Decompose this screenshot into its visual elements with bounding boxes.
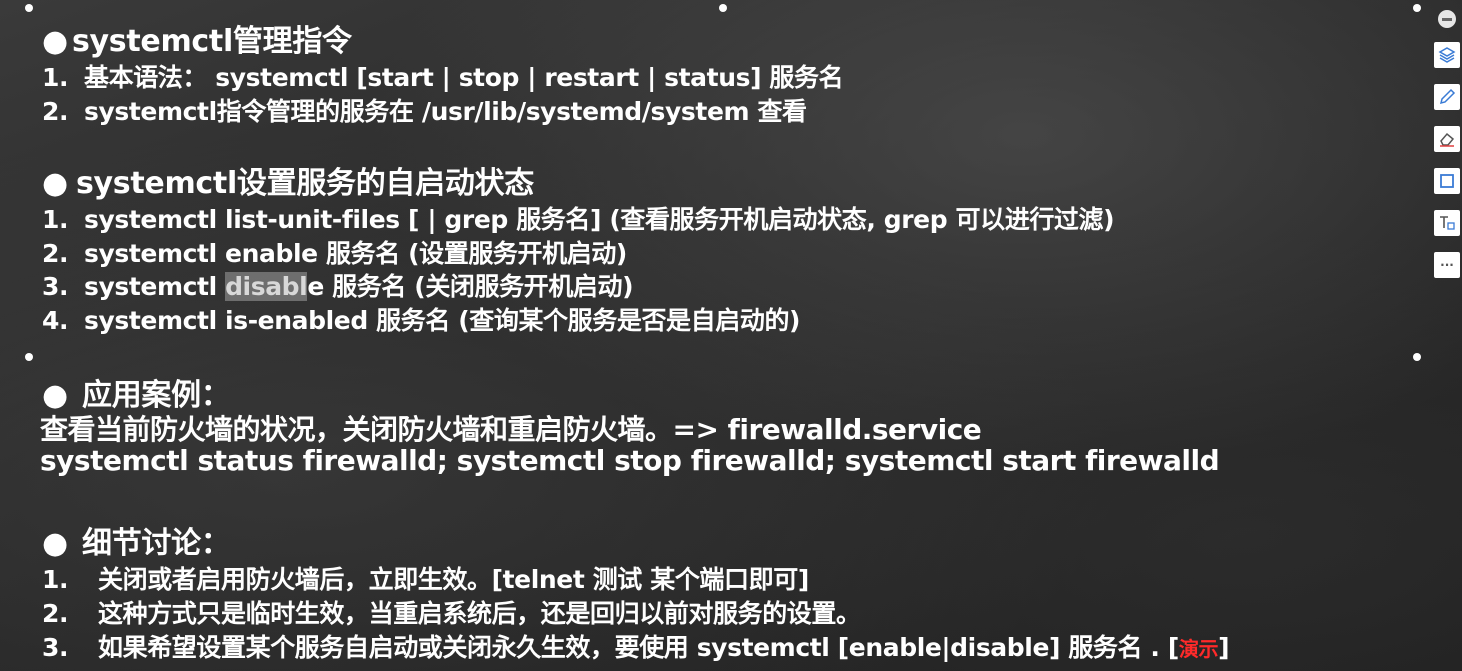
shape-tool-button[interactable]: [1434, 168, 1460, 194]
selection-handle-middle-right[interactable]: [1413, 353, 1421, 361]
more-icon: ···: [1440, 258, 1454, 272]
pen-icon: [1439, 88, 1456, 105]
list-item: 2. systemctl enable 服务名 (设置服务开机启动): [42, 234, 627, 270]
item-text-pre: systemctl: [84, 272, 226, 301]
heading-text: 细节讨论：: [82, 526, 231, 561]
use-case-description: 查看当前防火墙的状况，关闭防火墙和重启防火墙。=> firewalld.serv…: [40, 413, 982, 446]
item-text: 这种方式只是临时生效，当重启系统后，还是回归以前对服务的设置。: [98, 599, 861, 628]
item-close-bracket: ]: [1218, 633, 1230, 662]
selection-handle-top-right[interactable]: [1413, 4, 1421, 12]
item-number: 3.: [42, 633, 69, 662]
list-item: 1. 关闭或者启用防火墙后，立即生效。[telnet 测试 某个端口即可]: [42, 560, 809, 596]
item-text: systemctl list-unit-files [ | grep 服务名] …: [84, 205, 1115, 234]
annotation-toolbar: ···: [1432, 0, 1462, 671]
item-number: 1.: [42, 565, 69, 594]
item-number: 3.: [42, 272, 69, 301]
layers-icon: [1438, 47, 1456, 63]
list-item: 2. systemctl指令管理的服务在 /usr/lib/systemd/sys…: [42, 92, 807, 128]
text-tool-button[interactable]: [1434, 210, 1460, 236]
collapse-toolbar-icon[interactable]: [1438, 10, 1456, 28]
item-text: 关闭或者启用防火墙后，立即生效。[telnet 测试 某个端口即可]: [98, 565, 809, 594]
bullet: ●: [42, 166, 68, 201]
item-number: 1.: [42, 205, 69, 234]
slide: ● systemctl管理指令 1. 基本语法： systemctl [start …: [0, 0, 1425, 671]
eraser-tool-button[interactable]: [1434, 126, 1460, 152]
list-item: 2. 这种方式只是临时生效，当重启系统后，还是回归以前对服务的设置。: [42, 594, 861, 630]
selection-handle-top-left[interactable]: [25, 4, 33, 12]
selection-handle-middle-left[interactable]: [25, 353, 33, 361]
heading-text: systemctl设置服务的自启动状态: [76, 166, 534, 201]
list-item: 4. systemctl is-enabled 服务名 (查询某个服务是否是自启动…: [42, 301, 800, 337]
list-item: 3. 如果希望设置某个服务自启动或关闭永久生效，要使用 systemctl [en…: [42, 628, 1229, 664]
list-item: 3. systemctl disable 服务名 (关闭服务开机启动): [42, 267, 634, 303]
item-number: 2.: [42, 97, 69, 126]
item-number: 4.: [42, 306, 69, 335]
section-heading-autostart-status: ● systemctl设置服务的自启动状态: [42, 158, 534, 202]
bullet: ●: [42, 24, 68, 59]
eraser-icon: [1440, 132, 1455, 147]
list-item: 1. 基本语法： systemctl [start | stop | restar…: [42, 58, 844, 94]
item-text: 如果希望设置某个服务自启动或关闭永久生效，要使用 systemctl [enab…: [98, 633, 1179, 662]
use-case-commands: systemctl status firewalld; systemctl st…: [40, 444, 1220, 477]
more-tools-button[interactable]: ···: [1434, 252, 1460, 278]
item-text: systemctl is-enabled 服务名 (查询某个服务是否是自启动的): [84, 306, 801, 335]
pen-tool-button[interactable]: [1434, 84, 1460, 110]
item-number: 1.: [42, 63, 69, 92]
layers-tool-button[interactable]: [1434, 42, 1460, 68]
section-heading-systemctl-commands: ● systemctl管理指令: [42, 16, 352, 60]
heading-text: systemctl管理指令: [72, 24, 352, 59]
section-heading-details: ● 细节讨论：: [42, 518, 231, 562]
demo-tag: 演示: [1178, 637, 1219, 661]
list-item: 1. systemctl list-unit-files [ | grep 服务名…: [42, 200, 1115, 236]
selection-handle-top-middle[interactable]: [719, 4, 727, 12]
highlighted-text: disabl: [225, 272, 308, 301]
item-text: 基本语法： systemctl [start | stop | restart …: [84, 63, 844, 92]
item-number: 2.: [42, 239, 69, 268]
item-text-post: e 服务名 (关闭服务开机启动): [307, 272, 634, 301]
text-icon: [1440, 216, 1455, 230]
item-text: systemctl enable 服务名 (设置服务开机启动): [84, 239, 627, 268]
bullet: ●: [42, 526, 68, 561]
item-number: 2.: [42, 599, 69, 628]
shape-icon: [1440, 174, 1454, 188]
item-text: systemctl指令管理的服务在 /usr/lib/systemd/syste…: [84, 97, 807, 126]
